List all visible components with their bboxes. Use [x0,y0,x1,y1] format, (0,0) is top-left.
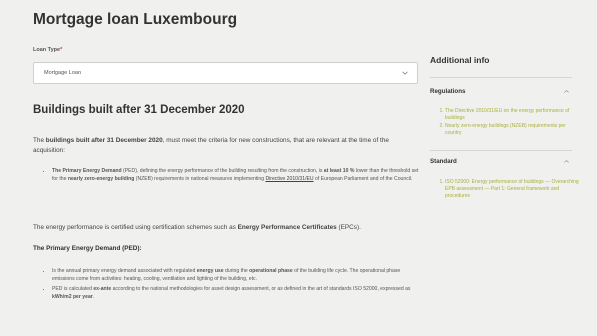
chevron-up-icon [564,159,569,163]
b1-t4: of European Parliament and of the Counci… [313,175,413,182]
cert-pre: The energy performance is certified usin… [33,224,238,231]
list-item: ISO 52000: Energy performance of buildin… [445,179,580,200]
b1-bold2: at least 10 % [323,168,355,174]
loan-type-label-text: Loan Type [33,47,61,53]
list-item: The Primary Energy Demand (PED), definin… [52,168,424,183]
criteria-list: The Primary Energy Demand (PED), definin… [44,168,424,186]
sidebar-title: Additional info [430,55,490,65]
b1-t3: (NZEB) requirements in national measures… [134,175,266,182]
intro-pre: The [33,137,46,144]
chevron-up-icon [564,89,569,93]
list-item: Nearly zero-energy buildings (NZEB) requ… [445,123,580,137]
loan-type-selected-value: Mortgage Loan [44,70,81,76]
certified-paragraph: The energy performance is certified usin… [33,223,418,234]
accordion-regulations[interactable]: Regulations [430,88,572,95]
regulation-link-2[interactable]: Nearly zero-energy buildings (NZEB) requ… [445,123,566,136]
section-title: Buildings built after 31 December 2020 [33,104,245,116]
b3-t1: PED is calculated [52,286,94,292]
b3-t3: . [92,293,95,300]
b3-bold2: kWh/m2 per year [52,293,93,300]
regulations-list: The Directive 2010/31/EU on the energy p… [437,108,580,138]
directive-link[interactable]: Directive 2010/31/EU [265,176,313,182]
b2-bold2: operational phase [249,268,293,274]
cert-post: (EPCs). [336,224,361,231]
b1-bold3: nearly zero-energy building [67,175,135,182]
cert-bold: Energy Performance Certificates [237,224,337,231]
loan-type-label: Loan Type* [33,47,62,53]
b1-bold1: The Primary Energy Demand [52,168,122,174]
b2-bold1: energy use [196,268,224,274]
list-item: PED is calculated ex-ante according to t… [52,286,424,301]
standard-list: ISO 52000: Energy performance of buildin… [437,179,580,201]
ped-heading-bold: The Primary Energy Demand [33,245,121,252]
ped-heading-post: (PED): [120,245,142,252]
chevron-down-icon [402,71,408,75]
b2-t2: during the [223,268,250,274]
list-item: The Directive 2010/31/EU on the energy p… [445,108,580,122]
b3-bold1: ex-ante [93,286,112,292]
sidebar-divider [430,77,572,78]
b1-t1: (PED), defining the energy performance o… [121,168,324,174]
sidebar-divider [430,150,572,151]
ped-list: Is the annual primary energy demand asso… [44,268,424,304]
intro-bold: buildings built after 31 December 2020 [45,137,163,144]
standard-link-1[interactable]: ISO 52000: Energy performance of buildin… [445,179,579,199]
page-title: Mortgage loan Luxembourg [33,11,238,28]
required-mark: * [60,47,63,53]
loan-type-select[interactable]: Mortgage Loan [33,62,418,84]
intro-paragraph: The buildings built after 31 December 20… [33,136,418,157]
list-item: Is the annual primary energy demand asso… [52,268,424,283]
accordion-standard-title: Standard [430,158,457,165]
accordion-regulations-title: Regulations [430,88,466,95]
accordion-standard[interactable]: Standard [430,158,572,165]
b3-t2: according to the national methodologies … [111,286,411,292]
regulation-link-1[interactable]: The Directive 2010/31/EU on the energy p… [445,108,569,121]
b2-t1: Is the annual primary energy demand asso… [52,268,197,274]
ped-heading: The Primary Energy Demand (PED): [33,245,142,252]
